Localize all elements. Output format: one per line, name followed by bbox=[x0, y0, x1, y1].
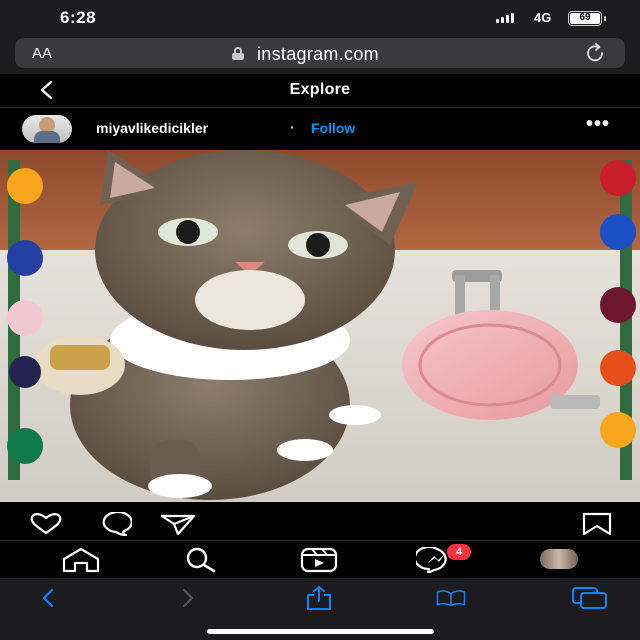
search-icon[interactable] bbox=[178, 547, 220, 573]
bookmark-icon[interactable] bbox=[578, 512, 618, 536]
address-bar[interactable]: AA instagram.com bbox=[15, 38, 625, 68]
profile-avatar[interactable] bbox=[540, 549, 578, 569]
send-icon[interactable] bbox=[158, 512, 198, 536]
browser-back-icon[interactable] bbox=[34, 586, 64, 610]
text-size-button[interactable]: AA bbox=[32, 45, 52, 62]
reels-icon[interactable] bbox=[298, 547, 340, 573]
share-icon[interactable] bbox=[304, 586, 334, 610]
more-options-icon[interactable]: ••• bbox=[586, 113, 610, 136]
tabs-icon[interactable] bbox=[570, 586, 610, 610]
avatar[interactable] bbox=[22, 115, 72, 143]
network-type: 4G bbox=[534, 10, 552, 25]
browser-address-area: AA instagram.com bbox=[0, 34, 640, 74]
battery-icon: 69 bbox=[568, 11, 606, 26]
reload-icon[interactable] bbox=[585, 43, 607, 63]
explore-header: Explore bbox=[0, 74, 640, 108]
status-time: 6:28 bbox=[60, 8, 97, 27]
separator-dot: · bbox=[290, 119, 295, 135]
page-title: Explore bbox=[289, 81, 351, 98]
instagram-bottom-nav: 4 bbox=[0, 540, 640, 578]
home-indicator[interactable] bbox=[207, 629, 434, 634]
cellular-signal-icon bbox=[496, 13, 514, 23]
browser-forward-icon[interactable] bbox=[172, 586, 202, 610]
heart-icon[interactable] bbox=[26, 512, 66, 536]
comment-icon[interactable] bbox=[92, 512, 132, 536]
lock-icon bbox=[232, 47, 244, 60]
url-domain[interactable]: instagram.com bbox=[257, 44, 379, 65]
status-bar: 6:28 4G 69 bbox=[0, 0, 640, 34]
post-image[interactable] bbox=[0, 150, 640, 502]
browser-toolbar bbox=[0, 578, 640, 640]
avatar-body bbox=[34, 131, 60, 143]
follow-button[interactable]: Follow bbox=[311, 120, 355, 136]
post-header: miyavlikedicikler · Follow ••• bbox=[0, 108, 640, 150]
post-username[interactable]: miyavlikedicikler bbox=[96, 120, 208, 136]
bookmarks-icon[interactable] bbox=[436, 586, 466, 610]
battery-level: 69 bbox=[570, 13, 600, 24]
post-actions bbox=[0, 502, 640, 542]
messages-badge: 4 bbox=[447, 544, 471, 560]
home-icon[interactable] bbox=[60, 547, 102, 573]
